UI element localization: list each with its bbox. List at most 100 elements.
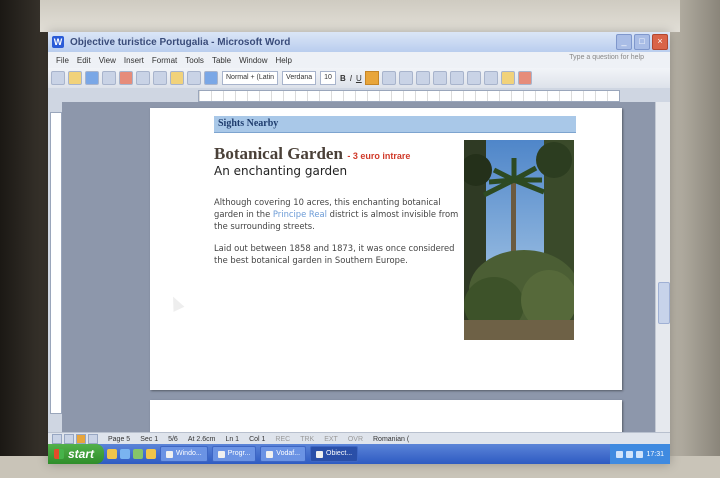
projected-screen: W Objective turistice Portugalia - Micro… (48, 32, 670, 464)
style-select[interactable]: Normal + (Latin (222, 71, 279, 85)
quicklaunch-folder-icon[interactable] (146, 449, 157, 459)
wall-top (40, 0, 680, 32)
start-button[interactable]: start (48, 444, 105, 464)
paste-icon[interactable] (170, 71, 184, 85)
quicklaunch-excel-icon[interactable] (133, 449, 144, 459)
main-heading: Botanical Garden - 3 euro intrare (214, 144, 410, 164)
tray-security-icon[interactable] (636, 450, 644, 458)
italic-button[interactable]: I (350, 74, 352, 83)
menu-edit[interactable]: Edit (77, 56, 91, 65)
status-language: Romanian ( (373, 435, 410, 443)
web-view-icon[interactable] (64, 434, 74, 444)
toolbar: Normal + (Latin Verdana 10 B I U (48, 68, 670, 88)
spelling-icon[interactable] (153, 71, 167, 85)
status-trk[interactable]: TRK (300, 436, 314, 443)
font-size-select[interactable]: 10 (320, 71, 336, 85)
font-select[interactable]: Verdana (282, 71, 317, 85)
paragraph-1: Although covering 10 acres, this enchant… (214, 196, 459, 232)
outline-view-icon[interactable] (88, 434, 98, 444)
taskbar-window-4[interactable]: Obiect... (310, 446, 359, 462)
status-section: Sec 1 (140, 435, 159, 443)
title-bar[interactable]: W Objective turistice Portugalia - Micro… (48, 32, 670, 52)
permission-icon[interactable] (102, 71, 116, 85)
document-area: Sights Nearby Botanical Garden - 3 euro … (62, 102, 656, 440)
font-color-icon[interactable] (517, 71, 532, 85)
taskbar-window-3[interactable]: Vodaf... (260, 446, 307, 462)
help-search-input[interactable]: Type a question for help (569, 54, 644, 61)
heading-title: Botanical Garden (214, 144, 343, 163)
menu-window[interactable]: Window (239, 56, 267, 65)
hyperlink-icon[interactable] (204, 71, 218, 85)
taskbar-window-4-label: Obiect... (326, 450, 353, 457)
minimize-button[interactable]: _ (616, 34, 632, 50)
window-controls: _ □ × (616, 34, 668, 50)
new-icon[interactable] (51, 71, 65, 85)
garden-photo (464, 140, 574, 340)
align-center-icon[interactable] (381, 71, 396, 85)
underline-button[interactable]: U (356, 74, 362, 83)
status-rec[interactable]: REC (275, 436, 290, 443)
principe-real-link[interactable]: Principe Real (273, 209, 327, 219)
window-title: Objective turistice Portugalia - Microso… (70, 36, 291, 48)
status-page: Page 5 (108, 435, 131, 443)
ruler-ticks (199, 91, 619, 101)
program-icon (217, 450, 225, 458)
taskbar-window-2-label: Progr... (227, 450, 251, 457)
bold-button[interactable]: B (340, 74, 346, 83)
menu-tools[interactable]: Tools (185, 56, 204, 65)
quicklaunch-word-icon[interactable] (120, 449, 131, 459)
menu-format[interactable]: Format (152, 56, 177, 65)
menu-insert[interactable]: Insert (124, 56, 144, 65)
menu-table[interactable]: Table (212, 56, 231, 65)
status-ext[interactable]: EXT (324, 436, 338, 443)
close-button[interactable]: × (652, 34, 668, 50)
normal-view-icon[interactable] (52, 434, 62, 444)
view-buttons (52, 434, 98, 444)
vertical-scrollbar[interactable] (655, 102, 670, 432)
document-page[interactable]: Sights Nearby Botanical Garden - 3 euro … (150, 108, 622, 390)
align-right-icon[interactable] (398, 71, 413, 85)
undo-icon[interactable] (187, 71, 201, 85)
browser-icon (266, 450, 274, 458)
heading-price: - 3 euro intrare (347, 151, 411, 161)
indent-icon[interactable] (466, 71, 481, 85)
print-icon[interactable] (119, 71, 133, 85)
print-layout-icon[interactable] (76, 434, 86, 444)
status-ovr[interactable]: OVR (348, 436, 363, 443)
wall-right (670, 0, 720, 478)
status-column: Col 1 (249, 435, 266, 443)
open-icon[interactable] (68, 71, 82, 85)
tray-network-icon[interactable] (616, 450, 624, 458)
paragraph-2: Laid out between 1858 and 1873, it was o… (214, 243, 455, 265)
numbering-icon[interactable] (432, 71, 447, 85)
windows-flag-icon (54, 449, 64, 459)
word-icon (316, 450, 324, 458)
justify-icon[interactable] (415, 71, 430, 85)
align-left-icon[interactable] (364, 71, 379, 85)
highlight-icon[interactable] (500, 71, 515, 85)
save-icon[interactable] (85, 71, 99, 85)
taskbar-window-1[interactable]: Windo... (160, 446, 208, 462)
clock[interactable]: 17:31 (646, 451, 664, 458)
taskbar: start Windo... Progr... Vodaf... Obiect.… (48, 444, 670, 464)
maximize-button[interactable]: □ (634, 34, 650, 50)
word-app-icon: W (52, 36, 64, 48)
border-icon[interactable] (483, 71, 498, 85)
scrollbar-thumb[interactable] (658, 282, 670, 324)
menu-file[interactable]: File (56, 56, 69, 65)
vertical-ruler-track (50, 112, 62, 414)
start-label: start (68, 447, 95, 461)
section-header-text: Sights Nearby (218, 118, 279, 129)
bullets-icon[interactable] (449, 71, 464, 85)
tray-volume-icon[interactable] (626, 450, 634, 458)
print-preview-icon[interactable] (136, 71, 150, 85)
status-position: At 2.6cm (187, 435, 216, 443)
horizontal-ruler[interactable] (48, 88, 670, 102)
vertical-ruler[interactable] (48, 102, 62, 432)
quicklaunch-browser-icon[interactable] (107, 449, 118, 459)
menu-view[interactable]: View (99, 56, 116, 65)
status-line: Ln 1 (225, 435, 240, 443)
system-tray: 17:31 (610, 444, 670, 464)
menu-help[interactable]: Help (276, 56, 292, 65)
taskbar-window-2[interactable]: Progr... (211, 446, 257, 462)
